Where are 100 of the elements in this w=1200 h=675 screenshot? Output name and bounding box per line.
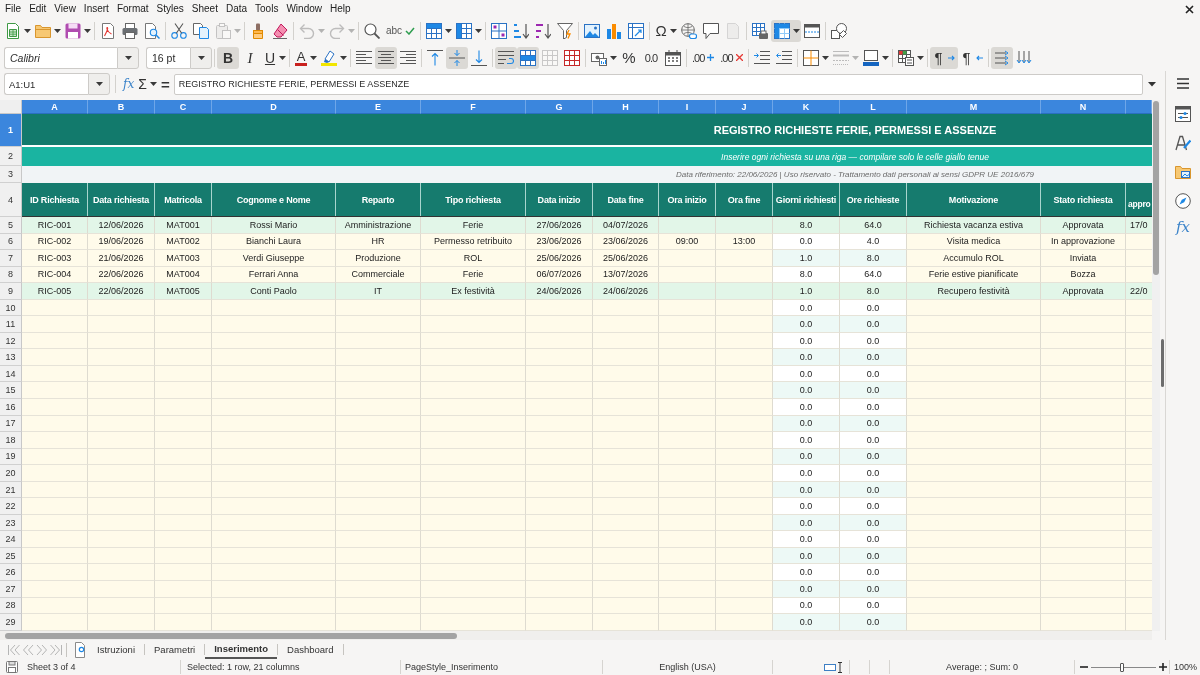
table-grid-icon (542, 49, 558, 66)
menu-item[interactable]: File (1, 2, 26, 16)
font-size-field[interactable]: 16 pt (146, 46, 190, 69)
close-icon[interactable] (1185, 4, 1194, 14)
table-cell: 0.0 (840, 382, 907, 399)
column-header[interactable]: J (716, 100, 773, 114)
menu-icon[interactable] (1177, 78, 1189, 89)
row-header[interactable]: 1 (0, 114, 22, 147)
column-button[interactable] (453, 20, 484, 42)
menu-item[interactable]: Insert (79, 2, 113, 16)
row-header[interactable]: 7 (0, 250, 22, 267)
delete-decimal-button[interactable]: .00 (717, 46, 746, 69)
functions-button[interactable]: fx (1176, 218, 1190, 236)
menu-item[interactable]: Format (112, 2, 153, 16)
bold-button[interactable]: B (217, 46, 239, 69)
paragraph-rtl-button[interactable]: ¶ (957, 46, 986, 69)
sheet-tab[interactable]: Dashboard (278, 640, 343, 659)
formula-button[interactable]: = (158, 75, 172, 93)
caret-icon[interactable] (1148, 81, 1156, 87)
compass-icon[interactable] (1175, 193, 1191, 209)
grip-icon[interactable] (1161, 339, 1164, 387)
row-header[interactable]: 11 (0, 316, 22, 333)
table-cell: MAT003 (155, 250, 212, 267)
rectangle-cursor-icon[interactable] (824, 661, 842, 673)
column-header[interactable]: E (336, 100, 421, 114)
sum-button[interactable]: Σ (136, 76, 159, 92)
scrollbar-thumb[interactable] (1153, 101, 1159, 275)
row-header[interactable]: 15 (0, 382, 22, 399)
sheet-title: REGISTRO RICHIESTE FERIE, PERMESSI E ASSENZE (713, 123, 997, 136)
column-header[interactable]: G (526, 100, 593, 114)
sheet-tab[interactable]: Inserimento (205, 640, 278, 659)
column-header[interactable]: A (22, 100, 88, 114)
folder-picture-icon[interactable] (1175, 164, 1191, 180)
row-header[interactable]: 5 (0, 217, 22, 234)
add-sheet-icon[interactable] (75, 641, 85, 658)
name-box-field[interactable]: A1:U1 (4, 73, 88, 95)
row-header[interactable]: 22 (0, 498, 22, 515)
column-header[interactable]: B (88, 100, 155, 114)
border-grid-icon (802, 49, 819, 66)
row-button[interactable] (423, 20, 454, 42)
row-header[interactable]: 3 (0, 166, 22, 183)
cut-button[interactable] (168, 20, 190, 42)
row-header[interactable]: 2 (0, 147, 22, 166)
row-header[interactable]: 16 (0, 399, 22, 416)
align-center-button[interactable] (375, 46, 397, 69)
row-header[interactable]: 20 (0, 465, 22, 482)
brush-icon[interactable] (1175, 135, 1191, 151)
row-header[interactable]: 24 (0, 531, 22, 548)
sheet-tab[interactable]: Istruzioni (88, 640, 144, 659)
special-character-button[interactable]: Ω (652, 20, 679, 42)
column-header[interactable]: H (593, 100, 659, 114)
slider-thumb[interactable] (1120, 662, 1125, 672)
italic-button[interactable]: I (239, 46, 261, 69)
menu-item[interactable]: Help (326, 2, 355, 16)
menu-item[interactable]: Sheet (187, 2, 222, 16)
column-header[interactable]: K (773, 100, 840, 114)
add-decimal-button[interactable]: .00 (689, 46, 718, 69)
menu-item[interactable]: Data (221, 2, 252, 16)
row-header[interactable]: 4 (0, 183, 22, 217)
scrollbar-thumb[interactable] (5, 633, 457, 639)
font-name-field[interactable]: Calibri (4, 46, 117, 69)
percent-button[interactable]: % (618, 46, 640, 69)
function-wizard-button[interactable]: fx (121, 77, 137, 91)
paragraph-ltr-button[interactable]: ¶ (929, 46, 958, 69)
plus-icon[interactable] (1159, 663, 1167, 671)
column-header[interactable]: L (840, 100, 907, 114)
row-header[interactable]: 29 (0, 614, 22, 631)
menu-item[interactable]: Styles (152, 2, 188, 16)
menu-item[interactable]: Tools (251, 2, 283, 16)
underline-button[interactable]: U (261, 46, 287, 69)
column-header[interactable]: C (155, 100, 212, 114)
column-header[interactable]: D (212, 100, 336, 114)
font-color-button[interactable]: A (292, 46, 318, 69)
properties-icon[interactable] (1175, 106, 1191, 122)
column-header[interactable]: I (659, 100, 716, 114)
find-replace-button[interactable] (361, 20, 383, 42)
menu-item[interactable]: Edit (25, 2, 51, 16)
menu-item[interactable]: View (50, 2, 80, 16)
number-format-button[interactable]: 0.0 (640, 46, 662, 69)
merge-center-button[interactable] (517, 46, 539, 69)
text-direction-button[interactable] (990, 46, 1013, 69)
row-header[interactable]: 9 (0, 283, 22, 300)
row-header[interactable]: 26 (0, 564, 22, 582)
sheet-tab[interactable]: Parametri (145, 640, 205, 659)
dropdown-button[interactable] (88, 73, 110, 95)
freeze-button[interactable] (771, 20, 802, 42)
formula-input[interactable]: REGISTRO RICHIESTE FERIE, PERMESSI E ASSENZE (173, 73, 1143, 95)
wrap-text-button[interactable] (495, 46, 517, 69)
print-button[interactable] (119, 20, 141, 42)
copy-button[interactable] (190, 20, 212, 42)
column-header[interactable]: F (421, 100, 526, 114)
menu-item[interactable]: Window (282, 2, 326, 16)
column-header[interactable]: M (907, 100, 1041, 114)
row-header[interactable]: 27 (0, 581, 22, 598)
row-header[interactable]: 18 (0, 432, 22, 449)
dropdown-button[interactable] (117, 46, 139, 69)
dropdown-button[interactable] (190, 46, 212, 69)
row-header[interactable]: 13 (0, 349, 22, 366)
spelling-button[interactable]: abc (383, 20, 419, 42)
column-header[interactable]: N (1041, 100, 1126, 114)
